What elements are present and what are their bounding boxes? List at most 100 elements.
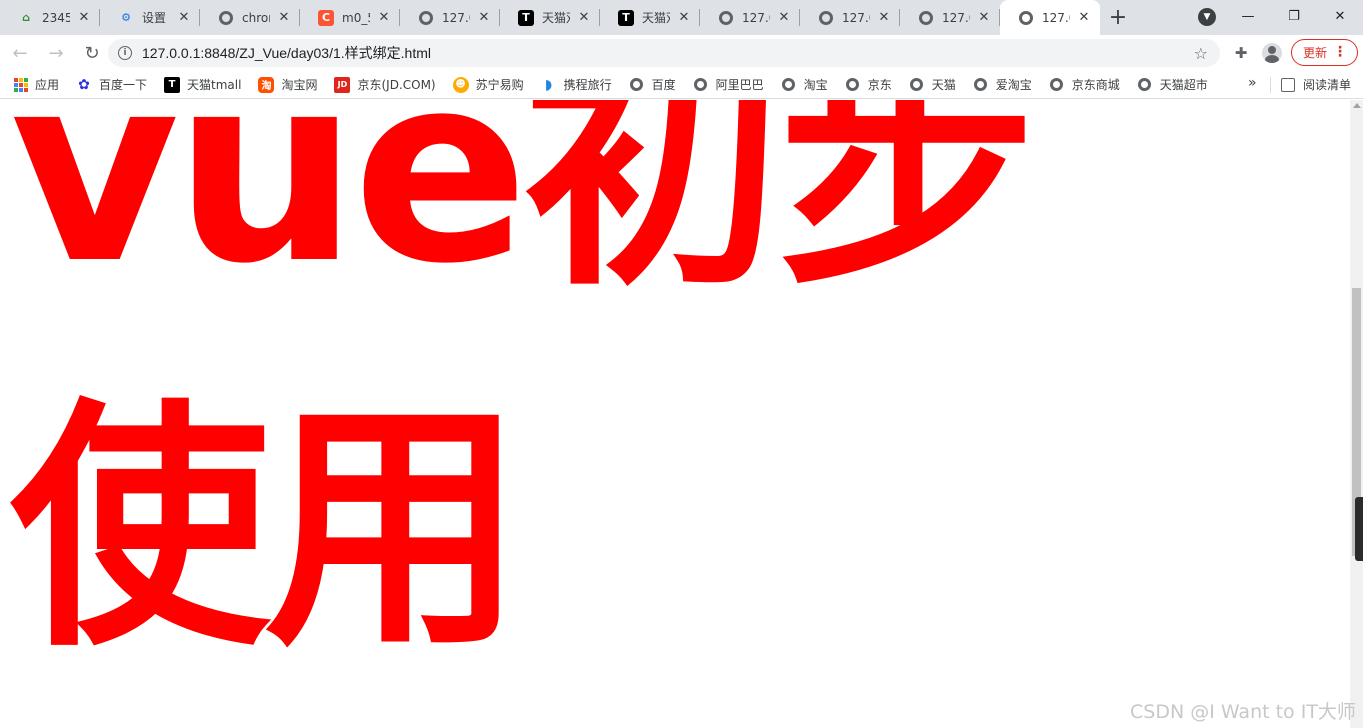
tab-3[interactable]: chrome ✕ — [200, 0, 300, 35]
extensions-icon[interactable]: ✚ — [1229, 41, 1253, 65]
tab-5[interactable]: 127.0.0.1 ✕ — [400, 0, 500, 35]
globe-icon — [693, 77, 709, 93]
tab-title: 127.0.0.1 — [1042, 10, 1070, 25]
url-text[interactable]: 127.0.0.1:8848/ZJ_Vue/day03/1.样式绑定.html — [142, 43, 431, 63]
update-button[interactable]: 更新 ⋮ — [1291, 39, 1358, 66]
vertical-scrollbar[interactable] — [1350, 100, 1363, 728]
tab-8[interactable]: 127.0.0.1 ✕ — [700, 0, 800, 35]
browser-toolbar: ← → ↻ i 127.0.0.1:8848/ZJ_Vue/day03/1.样式… — [0, 35, 1363, 71]
ctrip-icon: ◗ — [544, 76, 553, 93]
bookmark-item[interactable]: 京东商城 — [1049, 76, 1120, 93]
csdn-watermark: CSDN @I Want to IT大师 — [1130, 701, 1356, 723]
tab-6[interactable]: T 天猫双11 ✕ — [500, 0, 600, 35]
globe-icon — [1018, 10, 1034, 26]
baidu-icon: ✿ — [78, 76, 90, 93]
close-tab-icon[interactable]: ✕ — [176, 10, 192, 26]
address-bar[interactable]: i 127.0.0.1:8848/ZJ_Vue/day03/1.样式绑定.htm… — [108, 39, 1220, 67]
tab-7[interactable]: T 天猫双11 ✕ — [600, 0, 700, 35]
bookmark-label: 百度一下 — [99, 78, 148, 92]
bookmark-label: 天猫超市 — [1159, 78, 1208, 92]
home-icon: ⌂ — [22, 11, 30, 24]
update-label: 更新 — [1303, 46, 1328, 60]
tab-11[interactable]: 127.0.0.1 ✕ — [1000, 0, 1100, 35]
bookmark-label: 京东商城 — [1071, 78, 1120, 92]
site-info-icon[interactable]: i — [118, 46, 132, 60]
close-window-button[interactable]: ✕ — [1317, 0, 1363, 32]
bookmark-item[interactable]: ☻ 苏宁易购 — [452, 76, 524, 93]
bookmark-label: 天猫tmall — [187, 78, 242, 92]
tab-title: m0_52 — [342, 10, 370, 25]
tab-2[interactable]: ⚙ 设置 - 外观 ✕ — [100, 0, 200, 35]
bookmark-item[interactable]: JD 京东(JD.COM) — [334, 76, 436, 93]
taobao-icon: 淘 — [258, 76, 275, 93]
bookmark-item[interactable]: 爱淘宝 — [973, 76, 1032, 93]
globe-icon — [909, 77, 925, 93]
tab-strip: ⌂2345网址导航✕⚙设置 - 外观✕chrome✕Cm0_52✕127.0.0… — [0, 0, 1363, 35]
page-heading: vue初步使用 — [10, 100, 1037, 681]
forward-button[interactable]: → — [40, 37, 72, 69]
bookmark-label: 爱淘宝 — [995, 78, 1032, 92]
bookmark-label: 应用 — [35, 78, 60, 92]
bookmark-item[interactable]: 百度 — [629, 76, 676, 93]
minimize-button[interactable]: — — [1225, 0, 1271, 32]
bookmark-item[interactable]: 淘淘宝网 — [258, 76, 317, 93]
bookmark-item[interactable]: ✿ 百度一下 — [76, 76, 147, 93]
close-tab-icon[interactable]: ✕ — [1076, 10, 1092, 26]
bookmark-list: 应用 ✿ 百度一下 T 天猫tmall 淘淘宝网 JD 京东(JD.COM) ☻ 苏宁易购 ◗ 携程旅… — [14, 76, 1225, 93]
globe-icon — [418, 10, 434, 26]
bookmark-item[interactable]: 阿里巴巴 — [693, 76, 764, 93]
bookmark-label: 京东 — [867, 78, 892, 92]
page-viewport: vue初步使用 — [0, 100, 1350, 728]
reload-button[interactable]: ↻ — [76, 37, 108, 69]
bookmark-item[interactable]: ◗ 携程旅行 — [541, 76, 612, 93]
bookmark-item[interactable]: 淘宝 — [781, 76, 828, 93]
suning-icon: ☻ — [452, 76, 469, 93]
reading-list-label: 阅读清单 — [1303, 78, 1352, 92]
reading-list-button[interactable]: 阅读清单 — [1281, 76, 1351, 93]
tab-title: chrome — [242, 10, 270, 25]
close-tab-icon[interactable]: ✕ — [576, 10, 592, 26]
bookmark-item[interactable]: 应用 — [14, 76, 59, 93]
close-tab-icon[interactable]: ✕ — [276, 10, 292, 26]
bookmark-item[interactable]: T 天猫tmall — [164, 76, 241, 93]
tab-9[interactable]: 127.0.0.1 ✕ — [800, 0, 900, 35]
close-tab-icon[interactable]: ✕ — [876, 10, 892, 26]
csdn-icon: C — [318, 9, 334, 26]
tab-list: ⌂2345网址导航✕⚙设置 - 外观✕chrome✕Cm0_52✕127.0.0… — [0, 0, 1100, 35]
arrow-left-icon: ← — [12, 42, 28, 64]
globe-icon — [781, 77, 797, 93]
avatar-icon — [1262, 43, 1282, 63]
bookmark-item[interactable]: 京东 — [845, 76, 892, 93]
globe-icon — [973, 77, 989, 93]
close-tab-icon[interactable]: ✕ — [476, 10, 492, 26]
tab-1[interactable]: ⌂ 2345网址导航 ✕ — [0, 0, 100, 35]
back-button[interactable]: ← — [4, 37, 36, 69]
new-tab-button[interactable]: + — [1100, 0, 1136, 35]
reading-list-icon — [1281, 77, 1295, 92]
scroll-up-arrow-icon[interactable] — [1353, 103, 1361, 108]
bookmark-label: 天猫 — [931, 78, 956, 92]
close-tab-icon[interactable]: ✕ — [76, 10, 92, 26]
tab-10[interactable]: 127.0.0.1 ✕ — [900, 0, 1000, 35]
close-tab-icon[interactable]: ✕ — [976, 10, 992, 26]
bookmark-item[interactable]: 天猫 — [909, 76, 956, 93]
tmall-icon: T — [618, 9, 634, 26]
bookmarks-overflow-button[interactable]: » — [1248, 75, 1257, 91]
bookmark-star-icon[interactable]: ☆ — [1194, 44, 1208, 63]
close-tab-icon[interactable]: ✕ — [776, 10, 792, 26]
globe-icon — [218, 10, 234, 26]
bookmarks-divider — [1270, 77, 1271, 93]
bookmark-item[interactable]: 天猫超市 — [1137, 76, 1208, 93]
tab-title: 127.0.0.1 — [842, 10, 870, 25]
globe-icon — [718, 10, 734, 26]
tab-4[interactable]: Cm0_52 ✕ — [300, 0, 400, 35]
close-tab-icon[interactable]: ✕ — [676, 10, 692, 26]
profile-button[interactable] — [1260, 41, 1284, 65]
close-tab-icon[interactable]: ✕ — [376, 10, 392, 26]
bookmarks-bar: 应用 ✿ 百度一下 T 天猫tmall 淘淘宝网 JD 京东(JD.COM) ☻ 苏宁易购 ◗ 携程旅… — [0, 71, 1363, 99]
gear-icon: ⚙ — [121, 11, 131, 24]
maximize-button[interactable]: ❐ — [1271, 0, 1317, 32]
bookmark-label: 苏宁易购 — [475, 78, 524, 92]
side-panel-handle[interactable] — [1355, 497, 1363, 561]
tab-search-button[interactable]: ▼ — [1198, 8, 1216, 26]
